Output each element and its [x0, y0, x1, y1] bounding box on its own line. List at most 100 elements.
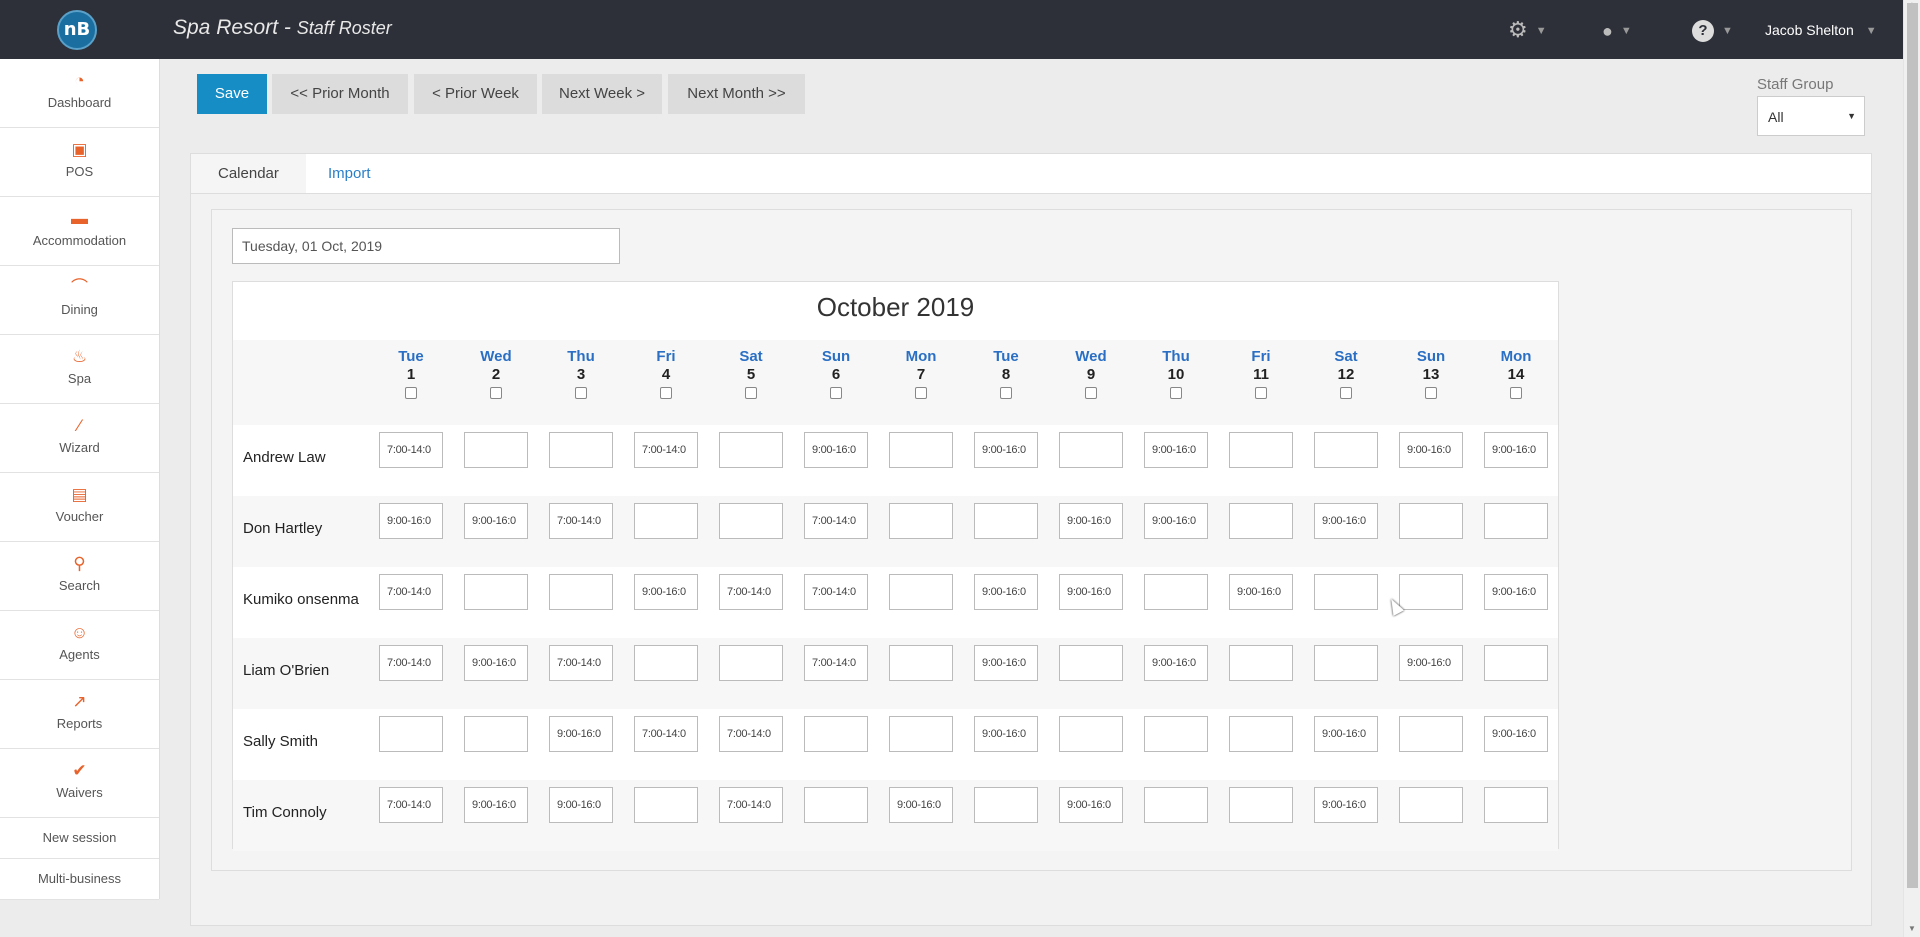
- shift-input[interactable]: 7:00-14:0: [379, 432, 443, 468]
- shift-input[interactable]: [464, 574, 528, 610]
- shift-input[interactable]: [889, 503, 953, 539]
- shift-input[interactable]: 7:00-14:0: [379, 574, 443, 610]
- shift-input[interactable]: 9:00-16:0: [464, 503, 528, 539]
- shift-input[interactable]: 7:00-14:0: [804, 645, 868, 681]
- shift-input[interactable]: 7:00-14:0: [719, 574, 783, 610]
- shift-input[interactable]: 9:00-16:0: [549, 787, 613, 823]
- shift-input[interactable]: [464, 432, 528, 468]
- shift-input[interactable]: [1484, 787, 1548, 823]
- sidebar-item-spa[interactable]: ♨ Spa: [0, 335, 159, 404]
- day-select-checkbox[interactable]: [405, 387, 417, 399]
- shift-input[interactable]: [464, 716, 528, 752]
- shift-input[interactable]: [889, 645, 953, 681]
- day-select-checkbox[interactable]: [1085, 387, 1097, 399]
- sidebar-item-waivers[interactable]: ✔ Waivers: [0, 749, 159, 818]
- shift-input[interactable]: [1484, 503, 1548, 539]
- shift-input[interactable]: 9:00-16:0: [1399, 645, 1463, 681]
- shift-input[interactable]: 7:00-14:0: [804, 574, 868, 610]
- shift-input[interactable]: 9:00-16:0: [1314, 503, 1378, 539]
- sidebar-link-new-session[interactable]: New session: [0, 818, 159, 859]
- shift-input[interactable]: 7:00-14:0: [549, 503, 613, 539]
- shift-input[interactable]: 9:00-16:0: [1314, 787, 1378, 823]
- shift-input[interactable]: [974, 787, 1038, 823]
- day-select-checkbox[interactable]: [1255, 387, 1267, 399]
- shift-input[interactable]: [889, 574, 953, 610]
- prior-week-button[interactable]: < Prior Week: [414, 74, 537, 114]
- day-select-checkbox[interactable]: [1000, 387, 1012, 399]
- sidebar-item-wizard[interactable]: ⁄ Wizard: [0, 404, 159, 473]
- page-scrollbar[interactable]: ▲ ▼: [1903, 0, 1920, 937]
- shift-input[interactable]: 9:00-16:0: [549, 716, 613, 752]
- shift-input[interactable]: [804, 787, 868, 823]
- shift-input[interactable]: [1059, 432, 1123, 468]
- sidebar-item-dashboard[interactable]: ◔ Dashboard: [0, 59, 159, 128]
- shift-input[interactable]: [634, 645, 698, 681]
- scrollbar-thumb[interactable]: [1907, 3, 1918, 888]
- shift-input[interactable]: [1399, 574, 1463, 610]
- day-select-checkbox[interactable]: [490, 387, 502, 399]
- day-select-checkbox[interactable]: [1340, 387, 1352, 399]
- help-menu[interactable]: ? ▼: [1692, 18, 1733, 43]
- shift-input[interactable]: [1229, 503, 1293, 539]
- app-logo[interactable]: nB: [57, 10, 97, 50]
- shift-input[interactable]: 9:00-16:0: [1484, 574, 1548, 610]
- settings-menu[interactable]: ⚙ ▼: [1508, 18, 1547, 42]
- day-select-checkbox[interactable]: [575, 387, 587, 399]
- user-menu[interactable]: Jacob Shelton ▼: [1765, 22, 1877, 38]
- sidebar-item-agents[interactable]: ☺ Agents: [0, 611, 159, 680]
- shift-input[interactable]: 9:00-16:0: [804, 432, 868, 468]
- shift-input[interactable]: [1229, 787, 1293, 823]
- shift-input[interactable]: 9:00-16:0: [1399, 432, 1463, 468]
- shift-input[interactable]: [1314, 432, 1378, 468]
- shift-input[interactable]: [889, 716, 953, 752]
- shift-input[interactable]: 9:00-16:0: [464, 787, 528, 823]
- shift-input[interactable]: [1059, 645, 1123, 681]
- day-select-checkbox[interactable]: [830, 387, 842, 399]
- shift-input[interactable]: [1144, 574, 1208, 610]
- sidebar-item-pos[interactable]: ▣ POS: [0, 128, 159, 197]
- shift-input[interactable]: [889, 432, 953, 468]
- sidebar-item-accommodation[interactable]: ▬ Accommodation: [0, 197, 159, 266]
- shift-input[interactable]: [1314, 574, 1378, 610]
- shift-input[interactable]: 7:00-14:0: [719, 716, 783, 752]
- shift-input[interactable]: 7:00-14:0: [634, 432, 698, 468]
- shift-input[interactable]: [1144, 716, 1208, 752]
- tab-calendar[interactable]: Calendar: [191, 154, 306, 194]
- day-select-checkbox[interactable]: [1425, 387, 1437, 399]
- shift-input[interactable]: [1484, 645, 1548, 681]
- shift-input[interactable]: 9:00-16:0: [974, 574, 1038, 610]
- shift-input[interactable]: 9:00-16:0: [1229, 574, 1293, 610]
- shift-input[interactable]: 7:00-14:0: [804, 503, 868, 539]
- shift-input[interactable]: [719, 432, 783, 468]
- shift-input[interactable]: [1229, 645, 1293, 681]
- shift-input[interactable]: [1229, 716, 1293, 752]
- day-select-checkbox[interactable]: [745, 387, 757, 399]
- day-select-checkbox[interactable]: [1170, 387, 1182, 399]
- shift-input[interactable]: 9:00-16:0: [1484, 432, 1548, 468]
- shift-input[interactable]: [1144, 787, 1208, 823]
- shift-input[interactable]: 9:00-16:0: [1144, 645, 1208, 681]
- shift-input[interactable]: [634, 787, 698, 823]
- shift-input[interactable]: 9:00-16:0: [974, 716, 1038, 752]
- sidebar-item-voucher[interactable]: ▤ Voucher: [0, 473, 159, 542]
- staff-group-select[interactable]: All ▼: [1757, 96, 1865, 136]
- shift-input[interactable]: 9:00-16:0: [1059, 787, 1123, 823]
- shift-input[interactable]: 7:00-14:0: [719, 787, 783, 823]
- shift-input[interactable]: 7:00-14:0: [379, 787, 443, 823]
- day-select-checkbox[interactable]: [660, 387, 672, 399]
- shift-input[interactable]: [1399, 503, 1463, 539]
- shift-input[interactable]: [549, 574, 613, 610]
- shift-input[interactable]: 9:00-16:0: [889, 787, 953, 823]
- shift-input[interactable]: 9:00-16:0: [1144, 432, 1208, 468]
- shift-input[interactable]: [549, 432, 613, 468]
- shift-input[interactable]: 7:00-14:0: [549, 645, 613, 681]
- day-select-checkbox[interactable]: [1510, 387, 1522, 399]
- shift-input[interactable]: 7:00-14:0: [379, 645, 443, 681]
- shift-input[interactable]: 9:00-16:0: [1059, 503, 1123, 539]
- next-month-button[interactable]: Next Month >>: [668, 74, 805, 114]
- next-week-button[interactable]: Next Week >: [542, 74, 662, 114]
- shift-input[interactable]: [1229, 432, 1293, 468]
- shift-input[interactable]: 9:00-16:0: [1144, 503, 1208, 539]
- shift-input[interactable]: [719, 645, 783, 681]
- shift-input[interactable]: [1314, 645, 1378, 681]
